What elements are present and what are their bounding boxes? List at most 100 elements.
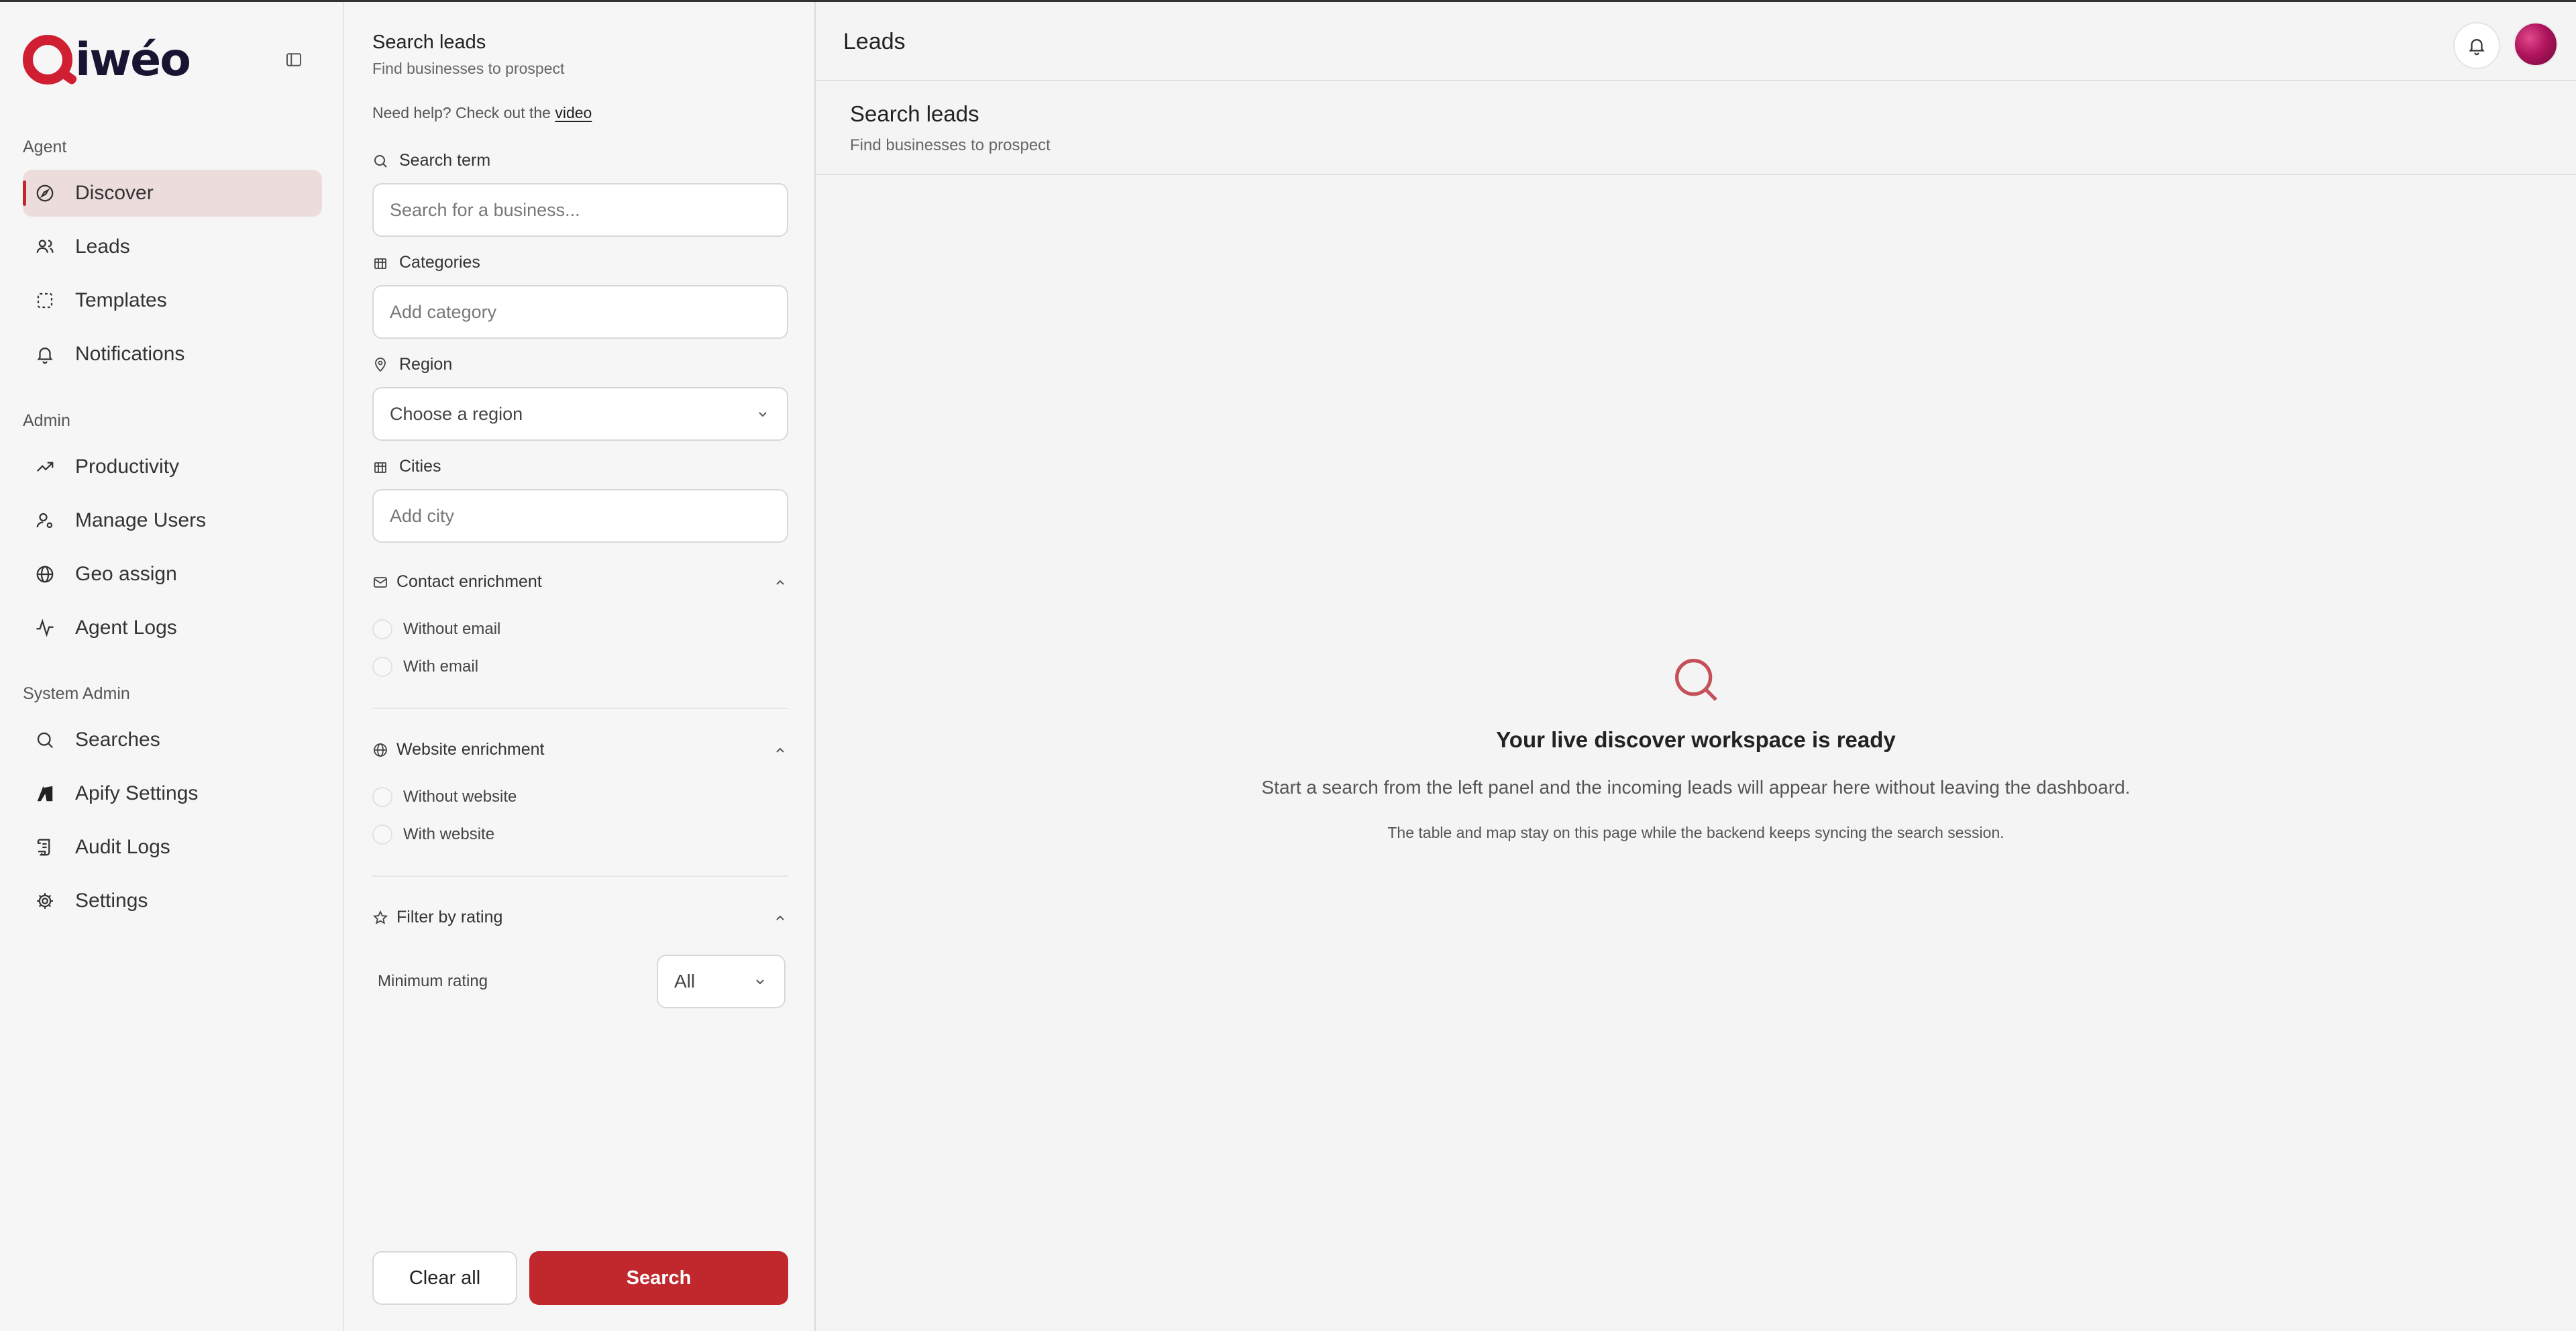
map-pin-icon (375, 357, 386, 372)
sidebar-item-label: Audit Logs (75, 836, 170, 858)
dashed-square-icon (35, 290, 56, 311)
radio-label: Without website (403, 788, 517, 806)
search-icon (374, 154, 387, 168)
chevron-up-icon (776, 580, 784, 585)
region-select[interactable]: Choose a region (372, 387, 788, 441)
globe-icon (35, 564, 56, 585)
sidebar-item-manage-users[interactable]: Manage Users (23, 497, 322, 544)
help-prefix: Need help? Check out the (372, 104, 551, 121)
clear-all-button[interactable]: Clear all (372, 1251, 517, 1305)
radio-circle[interactable] (372, 619, 392, 639)
help-video-link[interactable]: video (555, 104, 592, 121)
section-header: Search leads Find businesses to prospect (816, 81, 2576, 175)
star-icon (372, 910, 388, 924)
sidebar-item-searches[interactable]: Searches (23, 716, 322, 763)
radio-circle[interactable] (372, 657, 392, 677)
chevron-down-icon (756, 979, 764, 985)
radio-label: With email (403, 657, 479, 676)
minimum-rating-label: Minimum rating (378, 972, 488, 990)
empty-state-note: The table and map stay on this page whil… (1387, 824, 2004, 841)
brand-name: iwéo (75, 33, 191, 87)
sidebar-item-label: Searches (75, 729, 160, 751)
search-term-label-text: Search term (399, 151, 491, 170)
section-subtitle: Find businesses to prospect (850, 136, 1051, 154)
compass-icon (35, 182, 56, 204)
categories-placeholder: Add category (390, 301, 497, 322)
radio-with-email[interactable]: With email (372, 657, 478, 677)
gear-icon (35, 890, 56, 912)
filter-subtitle: Find businesses to prospect (372, 60, 565, 77)
sidebar-item-audit-logs[interactable]: Audit Logs (23, 824, 322, 871)
sidebar-item-label: Manage Users (75, 509, 207, 531)
cities-label: Cities (372, 457, 441, 476)
sidebar-item-label: Templates (75, 289, 167, 311)
divider (372, 875, 788, 877)
region-label-text: Region (399, 355, 453, 374)
empty-state-title: Your live discover workspace is ready (1496, 727, 1896, 752)
sidebar-item-apify-settings[interactable]: Apify Settings (23, 770, 322, 817)
website-enrichment-header[interactable]: Website enrichment (372, 740, 788, 759)
radio-circle[interactable] (372, 824, 392, 845)
empty-state: Your live discover workspace is ready St… (816, 653, 2576, 842)
region-value: Choose a region (390, 403, 523, 424)
sidebar-item-notifications[interactable]: Notifications (23, 331, 322, 378)
divider (372, 708, 788, 709)
user-avatar[interactable] (2514, 22, 2558, 66)
section-title: Search leads (850, 101, 979, 126)
sidebar-item-geo-assign[interactable]: Geo assign (23, 551, 322, 598)
users-icon (35, 236, 56, 258)
brand-logo[interactable]: iwéo (23, 33, 191, 87)
sidebar: iwéo Agent Discover Leads Templates Noti… (0, 2, 344, 1331)
empty-state-text: Start a search from the left panel and t… (1261, 777, 2131, 798)
sidebar-item-label: Notifications (75, 343, 185, 365)
minimum-rating-value: All (674, 971, 696, 992)
sidebar-toggle-button[interactable] (280, 48, 307, 72)
logo-q-mark (23, 35, 72, 85)
minimum-rating-select[interactable]: All (657, 955, 786, 1008)
rating-filter-header[interactable]: Filter by rating (372, 908, 788, 927)
cities-label-text: Cities (399, 457, 441, 476)
user-cog-icon (35, 510, 56, 531)
cities-input[interactable]: Add city (372, 489, 788, 543)
sidebar-item-label: Agent Logs (75, 617, 177, 639)
globe-icon (374, 743, 387, 757)
scroll-icon (35, 837, 56, 858)
help-text: Need help? Check out the video (372, 104, 592, 122)
search-term-input[interactable]: Search for a business... (372, 183, 788, 237)
nav-group-admin: Admin (23, 411, 70, 430)
nav-group-agent: Agent (23, 138, 67, 156)
bell-icon (35, 343, 56, 365)
mail-icon (374, 576, 387, 588)
website-enrichment-label: Website enrichment (396, 740, 545, 759)
sidebar-item-label: Apify Settings (75, 782, 199, 804)
search-button[interactable]: Search (529, 1251, 788, 1305)
search-icon (35, 729, 56, 751)
sidebar-item-templates[interactable]: Templates (23, 277, 322, 324)
sidebar-item-settings[interactable]: Settings (23, 877, 322, 924)
radio-without-website[interactable]: Without website (372, 787, 517, 807)
nav-group-system-admin: System Admin (23, 684, 130, 703)
radio-circle[interactable] (372, 787, 392, 807)
sidebar-item-leads[interactable]: Leads (23, 223, 322, 270)
chevron-down-icon (759, 412, 767, 417)
notifications-button[interactable] (2453, 22, 2500, 69)
contact-enrichment-label: Contact enrichment (396, 572, 542, 591)
sidebar-item-agent-logs[interactable]: Agent Logs (23, 604, 322, 651)
categories-input[interactable]: Add category (372, 285, 788, 339)
page-title: Leads (843, 29, 906, 54)
sidebar-item-label: Discover (75, 182, 154, 204)
sidebar-item-label: Settings (75, 890, 148, 912)
categories-label: Categories (372, 253, 480, 272)
rating-filter-label: Filter by rating (396, 908, 503, 926)
search-term-placeholder: Search for a business... (390, 199, 580, 220)
radio-without-email[interactable]: Without email (372, 619, 500, 639)
filter-title: Search leads (372, 32, 486, 53)
main-content: Leads Search leads Find businesses to pr… (816, 2, 2576, 1331)
radio-with-website[interactable]: With website (372, 824, 494, 845)
radio-label: Without email (403, 620, 501, 638)
sidebar-item-label: Leads (75, 235, 130, 258)
sidebar-item-productivity[interactable]: Productivity (23, 443, 322, 490)
sidebar-item-discover[interactable]: Discover (23, 170, 322, 217)
activity-icon (35, 617, 56, 639)
contact-enrichment-header[interactable]: Contact enrichment (372, 572, 788, 592)
